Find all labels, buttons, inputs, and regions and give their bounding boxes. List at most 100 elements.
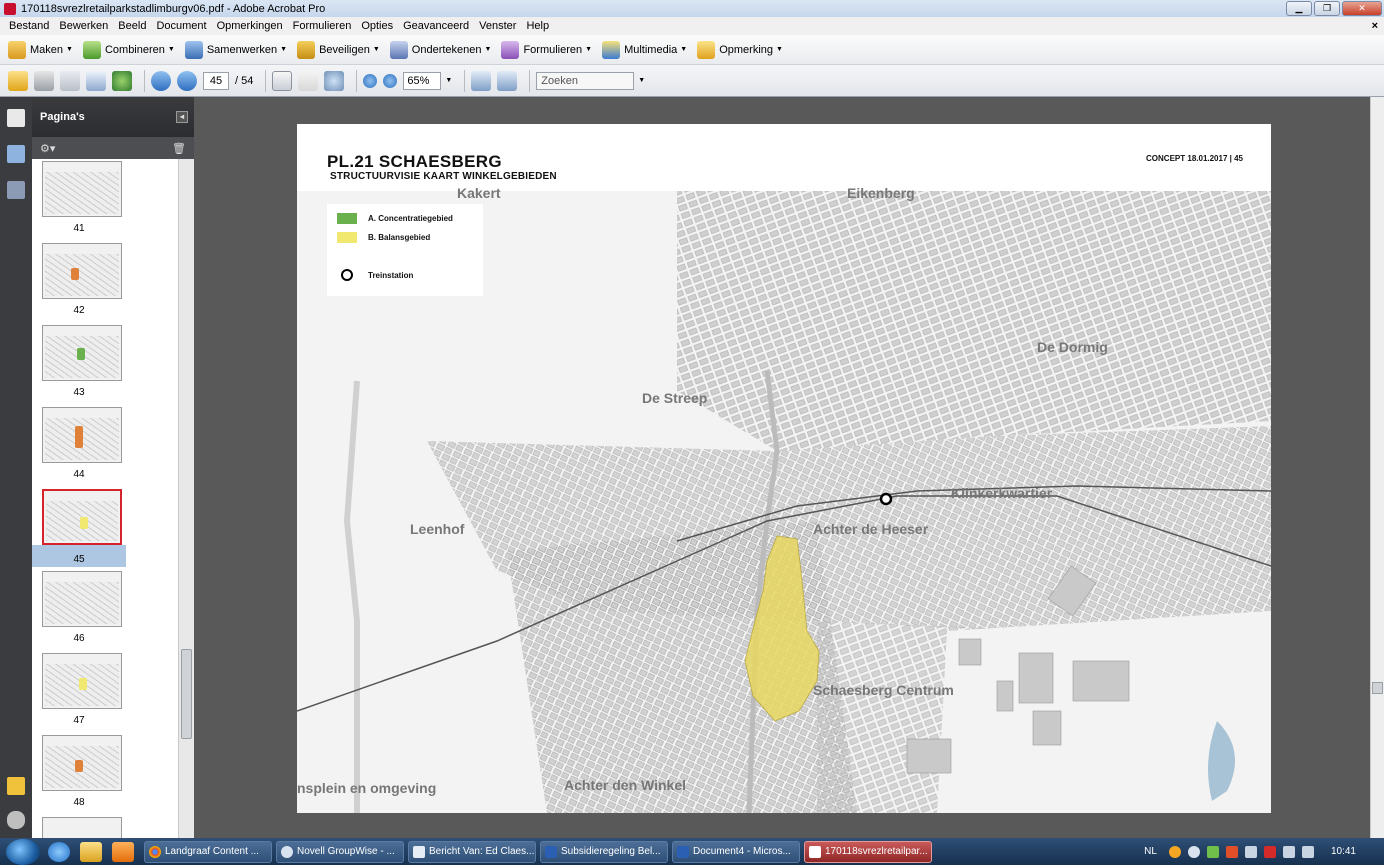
- menu-beeld[interactable]: Beeld: [113, 20, 151, 32]
- document-scrollbar[interactable]: [1370, 97, 1384, 838]
- task-label: Novell GroupWise - ...: [297, 846, 395, 857]
- thumbnail-page-45[interactable]: [42, 489, 122, 545]
- taskbar-item-groupwise[interactable]: Novell GroupWise - ...: [276, 840, 404, 863]
- search-dropdown-icon[interactable]: ▼: [638, 77, 645, 84]
- open-folder-icon[interactable]: [8, 70, 28, 91]
- separator: [529, 69, 531, 92]
- taskbar-item-acrobat[interactable]: 170118svrezlretailpar...: [804, 840, 932, 863]
- clock[interactable]: 10:41: [1331, 846, 1356, 857]
- document-close-button[interactable]: ×: [1372, 20, 1378, 32]
- tray-security-icon[interactable]: [1206, 845, 1219, 858]
- minimize-button[interactable]: ▁: [1286, 1, 1312, 16]
- email-icon[interactable]: [86, 70, 106, 91]
- thumbnail-page-44[interactable]: [42, 407, 122, 463]
- menu-opmerkingen[interactable]: Opmerkingen: [212, 20, 288, 32]
- area-label: Kakert: [457, 185, 501, 201]
- thumbnail-page-47[interactable]: [42, 653, 122, 709]
- thumbnail-highlight: [75, 760, 83, 772]
- combineren-button[interactable]: Combineren ▼: [82, 40, 175, 59]
- task-label: Document4 - Micros...: [693, 846, 791, 857]
- thumbnail-page-41[interactable]: [42, 161, 122, 217]
- internet-explorer-icon[interactable]: [48, 841, 70, 862]
- trash-icon[interactable]: 🗑: [172, 142, 186, 155]
- zoom-dropdown-icon[interactable]: ▼: [445, 77, 452, 84]
- taskbar-item-word-2[interactable]: Document4 - Micros...: [672, 840, 800, 863]
- volume-icon[interactable]: [1301, 845, 1314, 858]
- select-tool-icon[interactable]: [272, 70, 293, 91]
- attachments-icon[interactable]: [7, 811, 25, 829]
- menu-bestand[interactable]: Bestand: [4, 20, 54, 32]
- fit-page-icon[interactable]: [497, 70, 518, 91]
- share-icon[interactable]: [112, 70, 132, 91]
- thumbnail-scrollbar[interactable]: [178, 159, 194, 838]
- taskbar-item-message[interactable]: Bericht Van: Ed Claes...: [408, 840, 536, 863]
- bookmarks-icon[interactable]: [7, 145, 25, 163]
- tray-flag-icon[interactable]: [1225, 845, 1238, 858]
- maken-button[interactable]: Maken ▼: [8, 40, 73, 59]
- next-page-icon[interactable]: [177, 70, 197, 91]
- zoom-out-icon[interactable]: [363, 73, 378, 88]
- start-button[interactable]: [6, 838, 40, 865]
- multimedia-button[interactable]: Multimedia ▼: [602, 40, 687, 59]
- search-input[interactable]: Zoeken: [536, 71, 635, 90]
- menu-bewerken[interactable]: Bewerken: [54, 20, 113, 32]
- dropdown-arrow-icon: ▼: [280, 46, 288, 53]
- legend-label: B. Balansgebied: [368, 233, 431, 242]
- tray-n-icon[interactable]: [1263, 845, 1276, 858]
- close-button[interactable]: ✕: [1342, 1, 1382, 16]
- thumbnail-page-48[interactable]: [42, 735, 122, 791]
- tray-display-icon[interactable]: [1244, 845, 1257, 858]
- collapse-panel-button[interactable]: ◂: [176, 111, 188, 123]
- opmerking-button[interactable]: Opmerking ▼: [697, 40, 783, 59]
- menu-venster[interactable]: Venster: [474, 20, 521, 32]
- menu-formulieren[interactable]: Formulieren: [288, 20, 357, 32]
- beveiligen-button[interactable]: Beveiligen ▼: [297, 40, 380, 59]
- media-player-icon[interactable]: [112, 841, 134, 862]
- area-label: Achter de Heeser: [813, 521, 929, 537]
- pages-icon[interactable]: [7, 109, 25, 127]
- thumbnail-page-46[interactable]: [42, 571, 122, 627]
- taskbar-item-chrome[interactable]: Landgraaf Content ...: [144, 840, 272, 863]
- thumbnail-page-43[interactable]: [42, 325, 122, 381]
- pdf-page: PL.21 SCHAESBERG STRUCTUURVISIE KAART WI…: [297, 124, 1271, 813]
- ondertekenen-button[interactable]: Ondertekenen ▼: [389, 40, 491, 59]
- menu-opties[interactable]: Opties: [356, 20, 398, 32]
- title-bar: 170118svrezlretailparkstadlimburgv06.pdf…: [0, 0, 1384, 17]
- page-number-input[interactable]: 45: [203, 71, 229, 90]
- print-icon[interactable]: [34, 70, 54, 91]
- explorer-icon[interactable]: [80, 841, 102, 862]
- scrollbar-thumb[interactable]: [181, 649, 192, 739]
- hand-tool-icon[interactable]: [298, 70, 319, 91]
- zoom-level-input[interactable]: 65%: [403, 71, 442, 90]
- tray-app-icon[interactable]: [1168, 845, 1181, 858]
- fit-width-icon[interactable]: [471, 70, 492, 91]
- scrollbar-thumb[interactable]: [1372, 682, 1383, 694]
- comments-icon[interactable]: [7, 777, 25, 795]
- zoom-in-icon[interactable]: [383, 73, 398, 88]
- navigation-toolbar: 45 / 54 65% ▼ Zoeken ▼: [0, 65, 1384, 97]
- samenwerken-button[interactable]: Samenwerken ▼: [184, 40, 288, 59]
- save-icon[interactable]: [60, 70, 80, 91]
- thumbnail-page-49[interactable]: [42, 817, 122, 838]
- signatures-icon[interactable]: [7, 181, 25, 199]
- tray-keyboard-icon[interactable]: [1282, 845, 1295, 858]
- language-indicator[interactable]: NL: [1144, 846, 1157, 857]
- train-station-icon: [341, 269, 353, 281]
- options-gear-icon[interactable]: ⚙▾: [40, 142, 55, 155]
- legend-swatch-green: [337, 213, 357, 224]
- menu-document[interactable]: Document: [151, 20, 211, 32]
- menu-geavanceerd[interactable]: Geavanceerd: [398, 20, 474, 32]
- area-label: Leenhof: [410, 521, 465, 537]
- previous-page-icon[interactable]: [151, 70, 171, 91]
- thumbnail-page-42[interactable]: [42, 243, 122, 299]
- menu-help[interactable]: Help: [521, 20, 554, 32]
- restore-button[interactable]: ❐: [1314, 1, 1340, 16]
- thumbnail-label-selected: 45: [32, 545, 126, 567]
- window-controls: ▁ ❐ ✕: [1286, 1, 1382, 16]
- taskbar-item-word-1[interactable]: Subsidieregeling Bel...: [540, 840, 668, 863]
- zoom-tool-icon[interactable]: [324, 70, 345, 91]
- formulieren-button[interactable]: Formulieren ▼: [501, 40, 592, 59]
- tray-network-icon[interactable]: [1187, 845, 1200, 858]
- area-label: Schaesberg Centrum: [813, 682, 954, 698]
- thumbnail-highlight: [75, 426, 83, 448]
